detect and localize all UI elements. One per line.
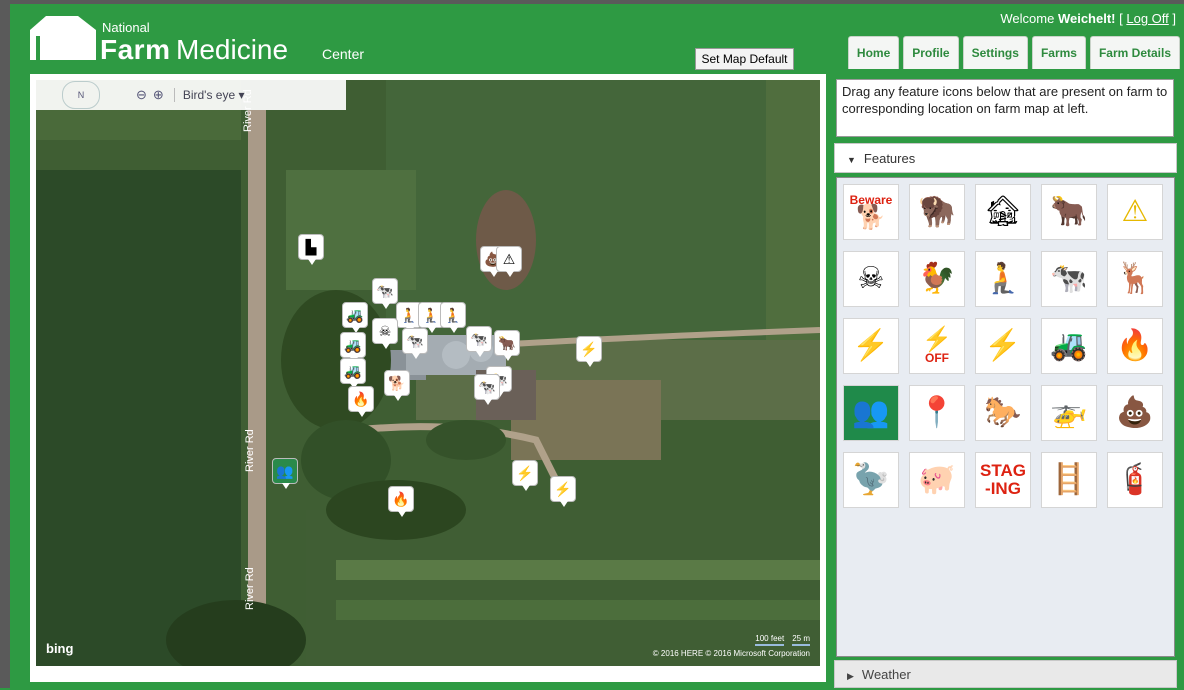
fire-icon[interactable]: 🔥 [1107, 318, 1163, 374]
warning-icon[interactable]: ⚠ [496, 246, 522, 277]
horse-icon[interactable]: 🐎 [975, 385, 1031, 441]
map-toolbar: N ⊖ ⊕ Bird's eye ▾ [36, 80, 346, 110]
chicken-icon[interactable]: 🐓 [909, 251, 965, 307]
poison-icon[interactable]: ☠ [372, 318, 398, 349]
bull-icon[interactable]: 🐂 [1041, 184, 1097, 240]
power-line-icon[interactable]: ⚡ [550, 476, 576, 507]
electric-hazard-icon[interactable]: ⚡ [975, 318, 1031, 374]
welcome-message: Welcome Weichelt! [ Log Off ] [1000, 11, 1176, 26]
beware-dog-icon[interactable]: Beware 🐕 [843, 184, 899, 240]
power-off-icon[interactable]: ⚡ OFF [909, 318, 965, 374]
features-label: Features [863, 151, 916, 166]
confined-space-icon[interactable]: 🧎 [440, 302, 466, 333]
assembly-point-icon[interactable]: 👥 [843, 385, 899, 441]
deer-icon[interactable]: 🦌 [1107, 251, 1163, 307]
power-line-icon[interactable]: ⚡ [843, 318, 899, 374]
tractor-icon[interactable]: 🚜 [1041, 318, 1097, 374]
bull-icon[interactable]: 🐂 [494, 330, 520, 361]
cow-icon[interactable]: 🐄 [1041, 251, 1097, 307]
tractor-icon[interactable]: 🚜 [342, 302, 368, 333]
map-scale: 100 feet 25 m [755, 634, 810, 646]
power-off-glyph: ⚡ [922, 326, 952, 353]
bison-icon[interactable]: 🦬 [909, 184, 965, 240]
aerial-background [36, 80, 820, 666]
farm-map[interactable]: N ⊖ ⊕ Bird's eye ▾ River Rd River Rd Riv… [30, 74, 826, 672]
main-nav: Home Profile Settings Farms Farm Details [847, 36, 1180, 69]
scale-meters: 25 m [792, 634, 810, 646]
tab-farm-details[interactable]: Farm Details [1089, 36, 1180, 69]
zoom-controls: ⊖ ⊕ [136, 87, 164, 103]
power-off-label: OFF [925, 351, 949, 365]
caret-down-icon: ▼ [847, 155, 856, 165]
road-label: River Rd [244, 567, 256, 610]
fire-icon[interactable]: 🔥 [348, 386, 374, 417]
logo-medicine-text: Medicine [176, 34, 289, 65]
pig-icon[interactable]: 🐖 [909, 452, 965, 508]
staging-label: STAG -ING [980, 461, 1026, 498]
instructions-text: Drag any feature icons below that are pr… [836, 79, 1174, 137]
aerial-imagery[interactable]: N ⊖ ⊕ Bird's eye ▾ River Rd River Rd Riv… [36, 80, 820, 666]
feature-icon-grid: Beware 🐕 🦬 🏚 🐂 ⚠ ☠ 🐓 🧎 🐄 🦌 ⚡ ⚡ OFF ⚡ 🚜 🔥 👥 📍 🐎 🚁 💩 🦤 🐖 STAG -ING… [843, 184, 1163, 508]
fire-icon[interactable]: 🔥 [388, 486, 414, 517]
tab-farms[interactable]: Farms [1031, 36, 1086, 69]
power-line-icon[interactable]: ⚡ [512, 460, 538, 491]
scale-feet: 100 feet [755, 634, 785, 646]
compass-control[interactable]: N [62, 81, 100, 109]
tab-profile[interactable]: Profile [903, 36, 959, 69]
compass-north-label: N [77, 90, 85, 100]
power-line-icon[interactable]: ⚡ [576, 336, 602, 367]
beware-dog-icon[interactable]: 🐕 [384, 370, 410, 401]
fire-hydrant-icon[interactable]: 🧯 [1107, 452, 1163, 508]
features-accordion-header[interactable]: ▼ Features [834, 143, 1177, 173]
map-view-mode-select[interactable]: Bird's eye ▾ [173, 88, 244, 102]
manure-icon[interactable]: 💩 [1107, 385, 1163, 441]
beware-dog-glyph: 🐕 [856, 204, 886, 231]
poison-icon[interactable]: ☠ [843, 251, 899, 307]
road-label: River Rd [242, 89, 254, 132]
grain-bin-ladder-icon[interactable]: 🪜 [1041, 452, 1097, 508]
location-marker-icon[interactable]: 📍 [909, 385, 965, 441]
window-frame-left [0, 0, 10, 688]
confined-space-icon[interactable]: 🧎 [975, 251, 1031, 307]
features-panel: Beware 🐕 🦬 🏚 🐂 ⚠ ☠ 🐓 🧎 🐄 🦌 ⚡ ⚡ OFF ⚡ 🚜 🔥 👥 📍 🐎 🚁 💩 🦤 🐖 STAG -ING… [836, 177, 1175, 657]
cow-icon[interactable]: 🐄 [474, 374, 500, 405]
window-frame-top [0, 0, 1184, 4]
assembly-point-icon[interactable]: 👥 [272, 458, 298, 489]
logo-national-text: National [102, 20, 150, 35]
tractor-icon[interactable]: 🚜 [340, 358, 366, 389]
helicopter-icon[interactable]: 🚁 [1041, 385, 1097, 441]
username: Weichelt! [1057, 11, 1116, 26]
bing-logo: bing [46, 641, 74, 656]
barn-logo-icon [30, 16, 96, 60]
ostrich-icon[interactable]: 🦤 [843, 452, 899, 508]
warning-icon[interactable]: ⚠ [1107, 184, 1163, 240]
logo-farm-text: Farm [100, 34, 171, 65]
barn-icon[interactable]: 🏚 [975, 184, 1031, 240]
caret-right-icon: ▶ [847, 671, 854, 681]
set-map-default-button[interactable]: Set Map Default [695, 48, 794, 70]
cow-icon[interactable]: 🐄 [372, 278, 398, 309]
weather-label: Weather [861, 667, 911, 682]
cow-icon[interactable]: 🐄 [466, 326, 492, 357]
weather-accordion-header[interactable]: ▶ Weather [834, 660, 1177, 688]
welcome-prefix: Welcome [1000, 11, 1058, 26]
road-label: River Rd [244, 429, 256, 472]
staging-icon[interactable]: STAG -ING [975, 452, 1031, 508]
map-footer-strip [30, 672, 826, 682]
map-copyright: © 2016 HERE © 2016 Microsoft Corporation [652, 649, 810, 658]
cow-icon[interactable]: 🐄 [402, 328, 428, 359]
tab-settings[interactable]: Settings [962, 36, 1028, 69]
zoom-in-icon[interactable]: ⊕ [153, 87, 164, 103]
logo[interactable]: National Farm Medicine Center [28, 10, 388, 65]
zoom-out-icon[interactable]: ⊖ [136, 87, 147, 103]
grain-bin-ladder-icon[interactable]: ▙ [298, 234, 324, 265]
logo-center-text: Center [322, 46, 365, 62]
tab-home[interactable]: Home [847, 36, 900, 69]
logoff-link[interactable]: Log Off [1126, 11, 1168, 26]
tractor-icon[interactable]: 🚜 [340, 332, 366, 363]
